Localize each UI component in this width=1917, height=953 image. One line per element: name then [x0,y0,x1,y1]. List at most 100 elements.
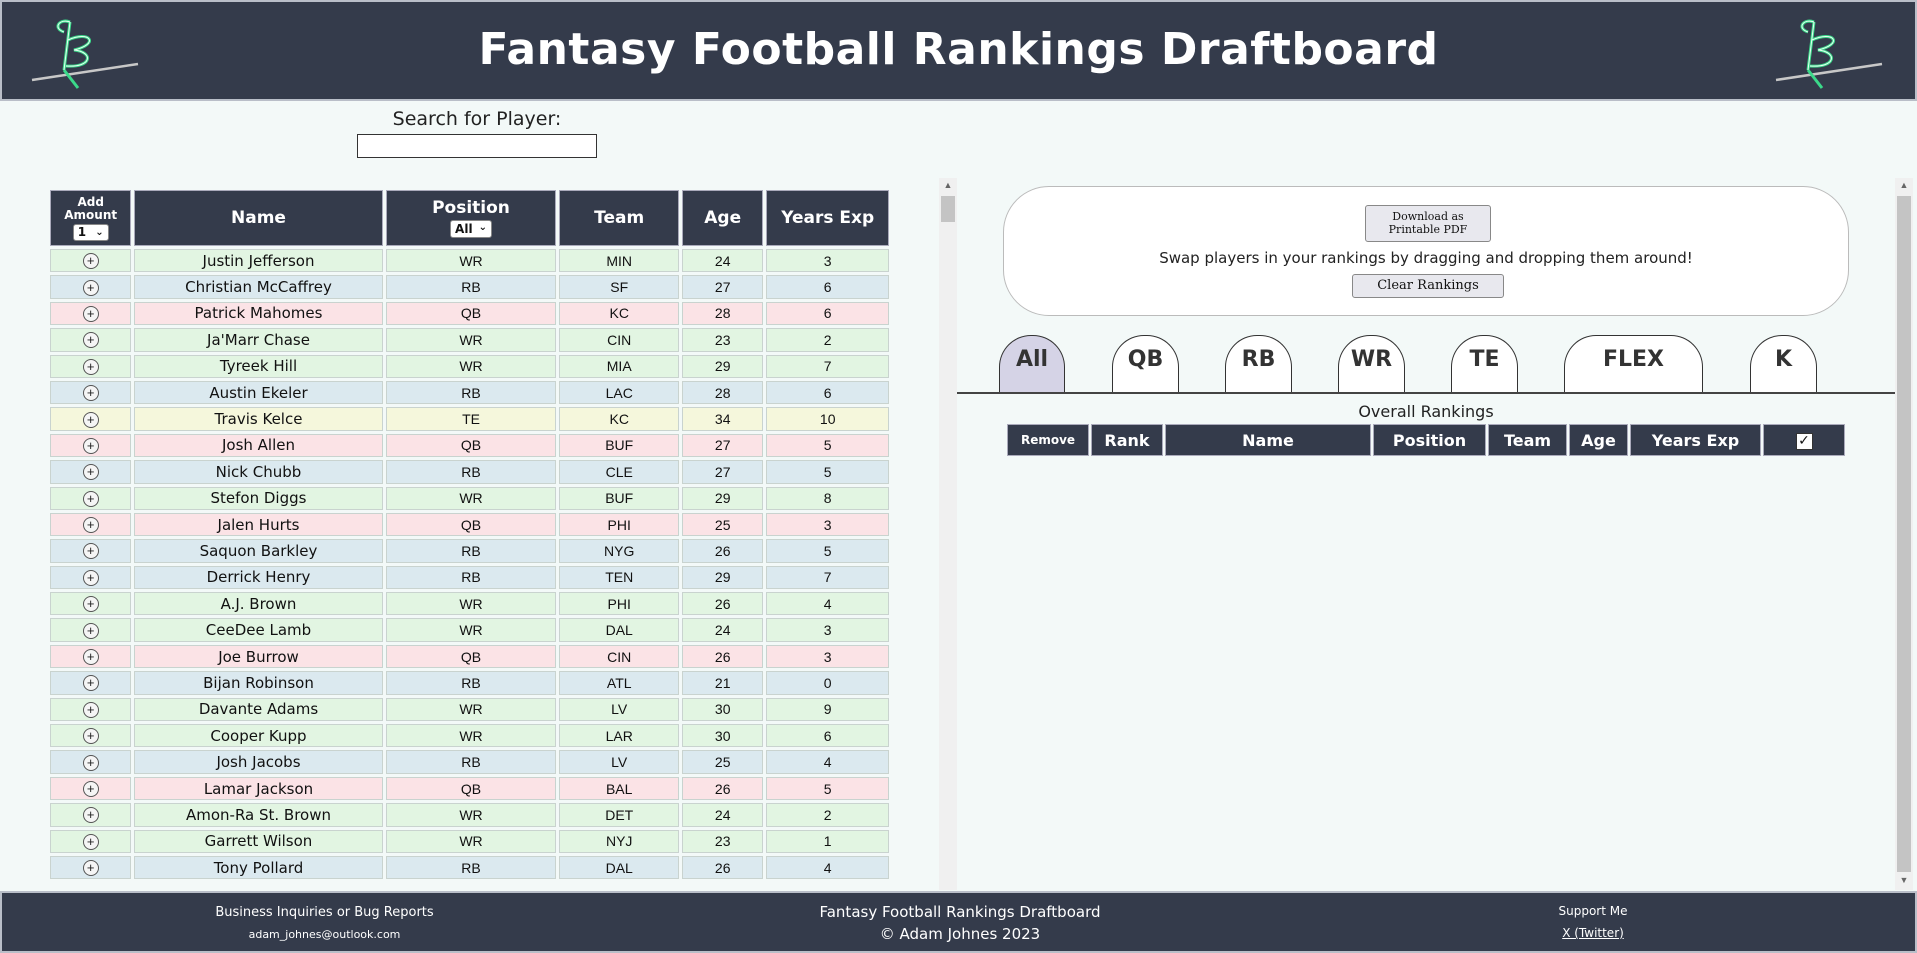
plus-circle-icon[interactable]: + [82,754,99,771]
footer-twitter-link[interactable]: X (Twitter) [1523,926,1663,940]
add-player-cell[interactable]: + [50,539,132,563]
player-row[interactable]: + Ja'Marr Chase WR CIN 23 2 [50,328,889,352]
add-player-cell[interactable]: + [50,829,132,853]
player-row[interactable]: + Lamar Jackson QB BAL 26 5 [50,776,889,801]
add-player-cell[interactable]: + [50,407,132,431]
plus-circle-icon[interactable]: + [82,305,99,322]
plus-circle-icon[interactable]: + [82,596,99,613]
player-row[interactable]: + Christian McCaffrey RB SF 27 6 [50,275,889,299]
checkbox-checked-icon[interactable]: ✓ [1795,433,1813,450]
plus-circle-icon[interactable]: + [82,385,99,402]
plus-circle-icon[interactable]: + [82,833,99,850]
player-row[interactable]: + Davante Adams WR LV 30 9 [50,697,889,722]
plus-circle-icon[interactable]: + [82,253,99,270]
scroll-up-icon[interactable]: ▲ [939,180,957,190]
add-player-cell[interactable]: + [50,328,132,352]
player-row[interactable]: + Stefon Diggs WR BUF 29 8 [50,486,889,510]
scroll-up-icon[interactable]: ▲ [1895,180,1913,190]
age-header[interactable]: Age [682,190,764,246]
add-player-cell[interactable]: + [50,671,132,695]
plus-circle-icon[interactable]: + [82,622,99,639]
add-player-cell[interactable]: + [50,249,132,273]
add-player-cell[interactable]: + [50,275,132,299]
player-row[interactable]: + Cooper Kupp WR LAR 30 6 [50,724,889,748]
plus-circle-icon[interactable]: + [82,332,99,349]
add-player-cell[interactable]: + [50,512,132,537]
add-player-cell[interactable]: + [50,750,132,774]
player-table-container[interactable]: Add Amount 1 ⌄ Name Position All ⌄ Team Ag… [50,190,892,890]
add-player-cell[interactable]: + [50,380,132,405]
tab-k[interactable]: K [1750,335,1817,394]
plus-circle-icon[interactable]: + [82,437,99,454]
add-player-cell[interactable]: + [50,592,132,616]
add-player-cell[interactable]: + [50,776,132,801]
player-row[interactable]: + Tyreek Hill WR MIA 29 7 [50,354,889,378]
plus-circle-icon[interactable]: + [82,543,99,560]
scrollbar-thumb[interactable] [1897,196,1911,872]
tab-wr[interactable]: WR [1338,335,1405,394]
plus-circle-icon[interactable]: + [82,649,99,666]
clear-rankings-button[interactable]: Clear Rankings [1352,274,1504,298]
player-row[interactable]: + Joe Burrow QB CIN 26 3 [50,644,889,669]
player-row[interactable]: + Tony Pollard RB DAL 26 4 [50,855,889,880]
team-header[interactable]: Team [559,190,679,246]
add-player-cell[interactable]: + [50,301,132,326]
tab-all[interactable]: All [999,335,1065,394]
player-row[interactable]: + Josh Jacobs RB LV 25 4 [50,750,889,774]
player-row[interactable]: + A.J. Brown WR PHI 26 4 [50,592,889,616]
tab-te[interactable]: TE [1451,335,1518,394]
add-player-cell[interactable]: + [50,460,132,484]
player-row[interactable]: + Amon-Ra St. Brown WR DET 24 2 [50,803,889,827]
add-player-cell[interactable]: + [50,697,132,722]
player-row[interactable]: + Saquon Barkley RB NYG 26 5 [50,539,889,563]
add-player-cell[interactable]: + [50,724,132,748]
player-row[interactable]: + Nick Chubb RB CLE 27 5 [50,460,889,484]
tab-flex[interactable]: FLEX [1564,335,1703,394]
plus-circle-icon[interactable]: + [82,807,99,824]
plus-circle-icon[interactable]: + [82,279,99,296]
player-row[interactable]: + Travis Kelce TE KC 34 10 [50,407,889,431]
tab-qb[interactable]: QB [1112,335,1179,394]
plus-circle-icon[interactable]: + [82,411,99,428]
plus-circle-icon[interactable]: + [82,701,99,718]
player-row[interactable]: + CeeDee Lamb WR DAL 24 3 [50,618,889,642]
plus-circle-icon[interactable]: + [82,569,99,586]
search-input[interactable] [357,134,597,158]
player-row[interactable]: + Patrick Mahomes QB KC 28 6 [50,301,889,326]
plus-circle-icon[interactable]: + [82,781,99,797]
add-player-cell[interactable]: + [50,644,132,669]
add-amount-select[interactable]: 1 ⌄ [72,223,109,241]
position-filter-select[interactable]: All ⌄ [450,220,492,238]
add-player-cell[interactable]: + [50,855,132,880]
add-player-cell[interactable]: + [50,618,132,642]
scrollbar-thumb[interactable] [941,196,955,222]
plus-circle-icon[interactable]: + [82,675,99,692]
player-row[interactable]: + Jalen Hurts QB PHI 25 3 [50,512,889,537]
player-row[interactable]: + Josh Allen QB BUF 27 5 [50,433,889,458]
plus-circle-icon[interactable]: + [82,358,99,375]
page-scrollbar[interactable]: ▲ ▼ [1895,178,1913,890]
plus-circle-icon[interactable]: + [82,464,99,481]
plus-circle-icon[interactable]: + [82,490,99,507]
player-row[interactable]: + Derrick Henry RB TEN 29 7 [50,565,889,590]
tab-rb[interactable]: RB [1225,335,1292,394]
name-header[interactable]: Name [134,190,383,246]
download-pdf-button[interactable]: Download as Printable PDF [1365,205,1491,242]
plus-circle-icon[interactable]: + [82,728,99,745]
add-player-cell[interactable]: + [50,803,132,827]
player-row[interactable]: + Garrett Wilson WR NYJ 23 1 [50,829,889,853]
position-header-label[interactable]: Position [387,198,556,218]
add-player-cell[interactable]: + [50,486,132,510]
footer-contact-email[interactable]: adam_johnes@outlook.com [202,928,447,941]
player-row[interactable]: + Bijan Robinson RB ATL 21 0 [50,671,889,695]
player-row[interactable]: + Austin Ekeler RB LAC 28 6 [50,380,889,405]
plus-circle-icon[interactable]: + [82,517,99,534]
add-player-cell[interactable]: + [50,433,132,458]
player-table-scrollbar[interactable]: ▲ [939,178,957,890]
add-player-cell[interactable]: + [50,354,132,378]
add-player-cell[interactable]: + [50,565,132,590]
years-exp-header[interactable]: Years Exp [766,190,889,246]
plus-circle-icon[interactable]: + [82,860,99,877]
player-row[interactable]: + Justin Jefferson WR MIN 24 3 [50,249,889,273]
scroll-down-icon[interactable]: ▼ [1895,875,1913,885]
